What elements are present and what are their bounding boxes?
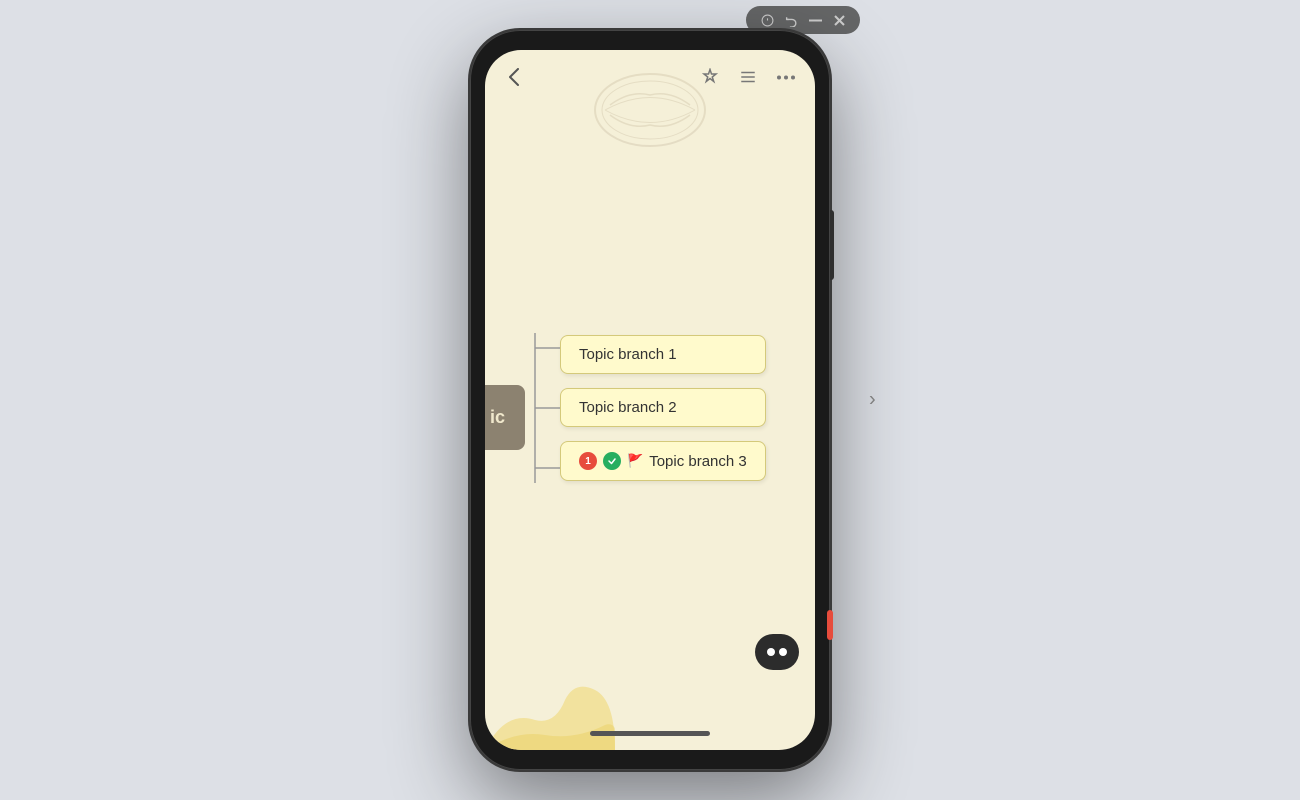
badge-check-icon [603, 452, 621, 470]
branch-node-1[interactable]: Topic branch 1 [560, 335, 766, 374]
left-node-text: ic [490, 407, 505, 428]
more-options-icon[interactable] [775, 66, 797, 88]
branch-node-3[interactable]: 1 🚩 Topic branch 3 [560, 441, 766, 481]
branch-node-2[interactable]: Topic branch 2 [560, 388, 766, 427]
list-view-icon[interactable] [737, 66, 759, 88]
bot-eye-right [779, 648, 787, 656]
right-chevron[interactable]: › [865, 381, 1300, 420]
badge-alert-icon: 1 [579, 452, 597, 470]
branches-list: Topic branch 1 Topic branch 2 1 [560, 335, 766, 481]
back-button[interactable] [503, 66, 525, 88]
bot-eye-left [767, 648, 775, 656]
close-button[interactable] [830, 11, 848, 29]
undo-button[interactable] [782, 11, 800, 29]
branch-2-label: Topic branch 2 [579, 399, 677, 416]
minimize-button[interactable] [806, 11, 824, 29]
pin-button[interactable] [758, 11, 776, 29]
mindmap-branches: Topic branch 1 Topic branch 2 1 [530, 308, 766, 508]
connector-lines [530, 308, 560, 508]
chatbot-button[interactable] [755, 634, 799, 670]
phone-shell: ic Topic [470, 30, 830, 770]
side-button [830, 210, 834, 280]
home-indicator [590, 731, 710, 736]
branch-3-label: Topic branch 3 [649, 453, 747, 470]
red-indicator [827, 610, 833, 640]
pin-nav-icon[interactable] [699, 66, 721, 88]
phone-screen: ic Topic [485, 50, 815, 750]
top-nav [485, 50, 815, 98]
badge-flag-icon: 🚩 [627, 453, 643, 469]
branch-1-label: Topic branch 1 [579, 346, 677, 363]
left-node[interactable]: ic [485, 385, 525, 450]
